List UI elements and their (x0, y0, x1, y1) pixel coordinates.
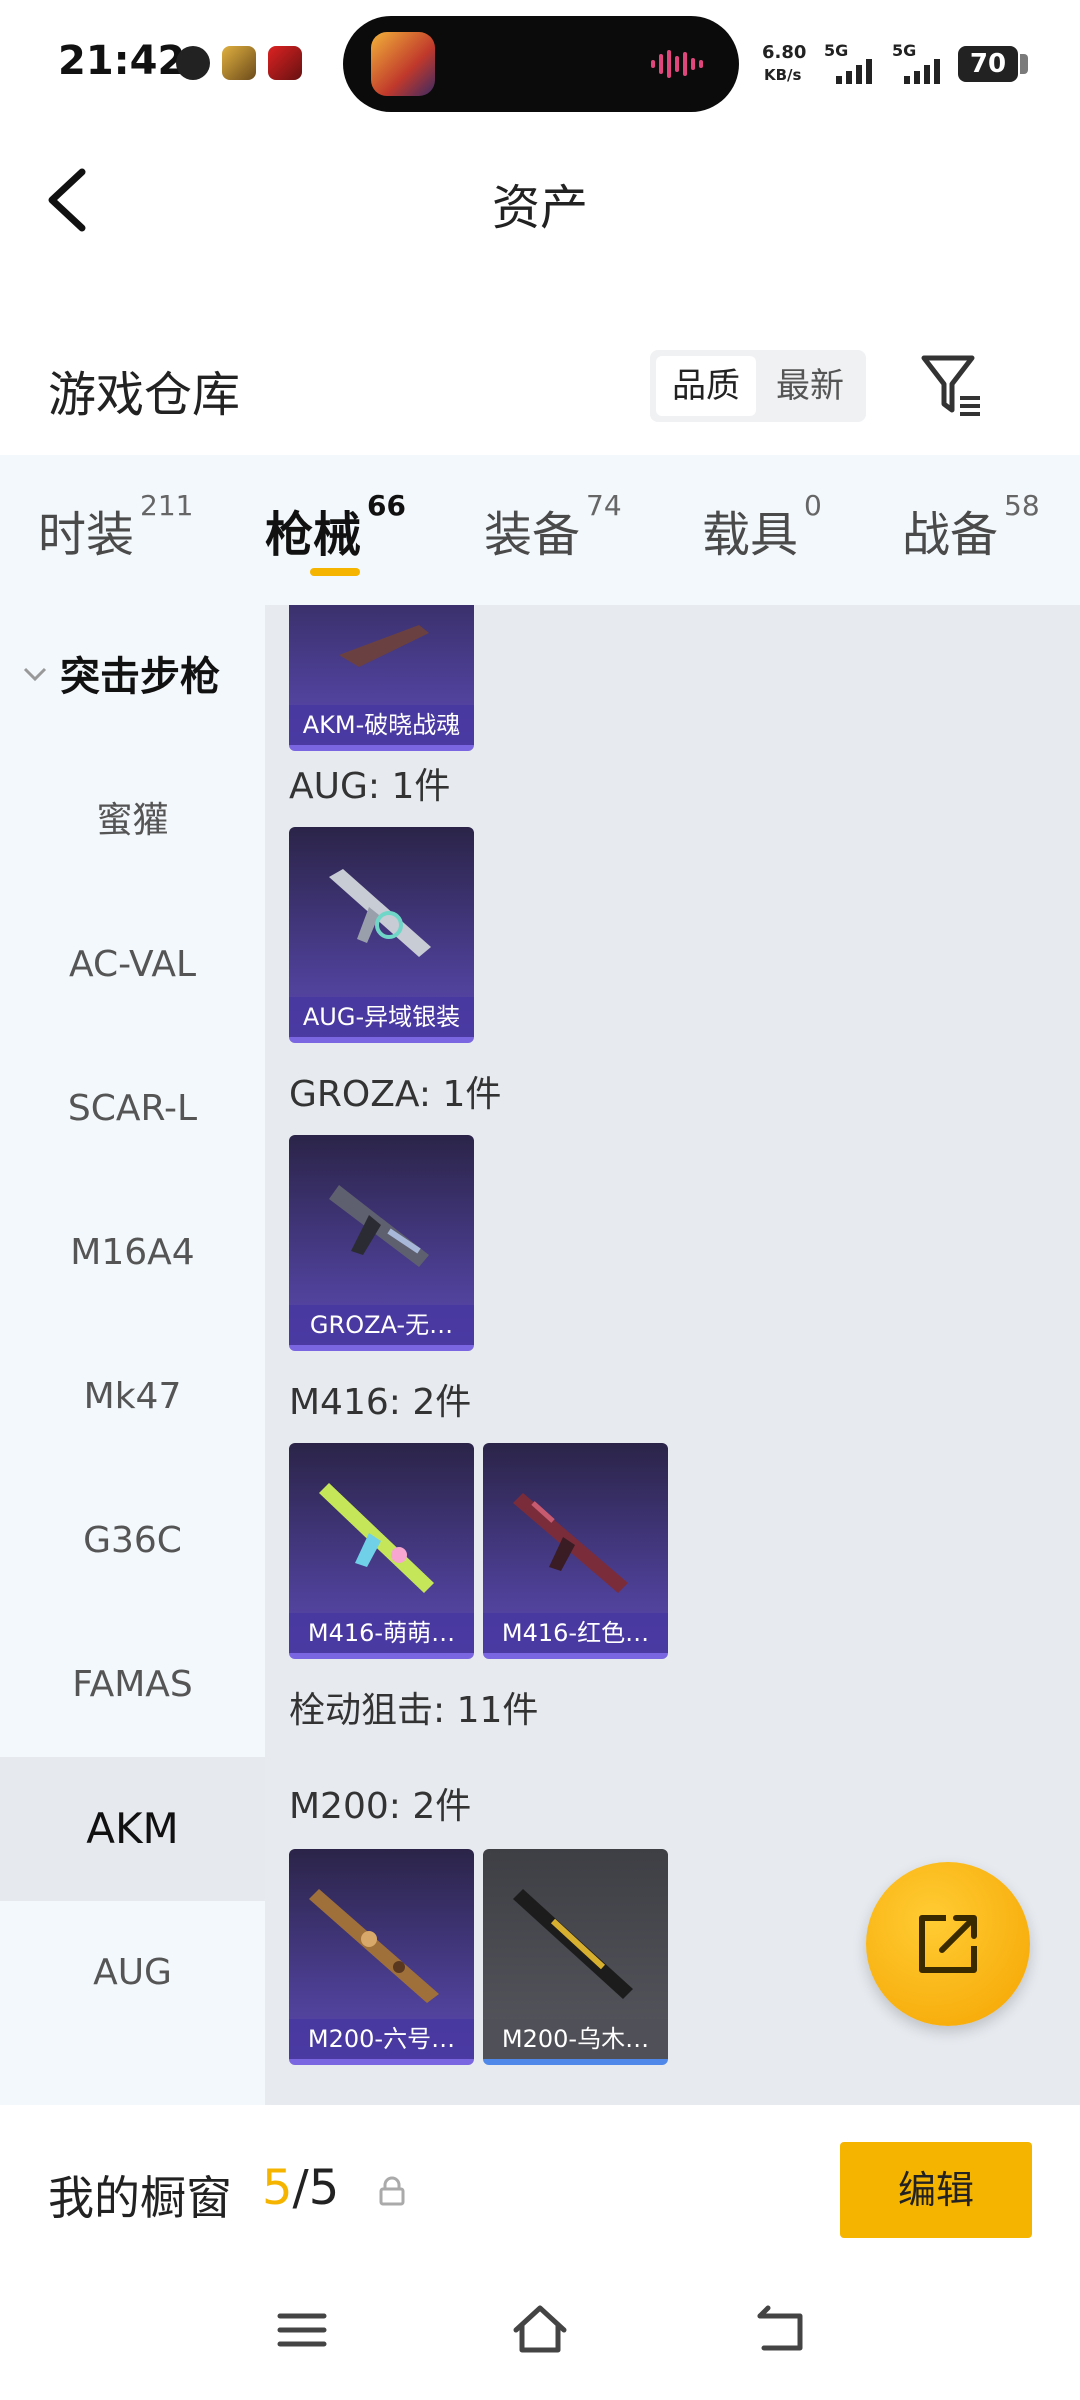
weapon-card-name: M416-萌萌… (289, 1613, 474, 1653)
chevron-down-icon (23, 667, 47, 682)
weapon-image (513, 1493, 628, 1593)
sidebar-item-famas[interactable]: FAMAS (0, 1613, 265, 1757)
showcase-count: 5/5 (262, 2160, 339, 2216)
sidebar-group-label: 突击步枪 (60, 654, 220, 700)
weapon-card[interactable]: M200-乌木… (483, 1849, 668, 2065)
return-icon[interactable] (752, 2300, 812, 2360)
share-icon (919, 1915, 977, 1973)
share-button[interactable] (866, 1862, 1030, 2026)
network-unit: KB/s (764, 66, 802, 84)
filter-icon[interactable] (920, 352, 984, 420)
tab-equipment[interactable]: 装备74 (484, 489, 622, 565)
weapon-image (309, 1889, 439, 2003)
network-speed: 6.80 (762, 42, 807, 63)
group-label-groza: GROZA: 1件 (289, 1074, 502, 1115)
sidebar-item-g36c[interactable]: G36C (0, 1469, 265, 1613)
tab-count: 58 (1004, 489, 1040, 522)
sidebar-item-akm[interactable]: AKM (0, 1757, 265, 1901)
weapon-card[interactable]: M416-红色… (483, 1443, 668, 1659)
home-icon[interactable] (510, 2300, 570, 2360)
sort-latest-button[interactable]: 最新 (760, 356, 860, 416)
signal-icon-2 (904, 59, 940, 84)
tab-label: 载具 (702, 507, 799, 563)
sidebar-item-scar-l[interactable]: SCAR-L (0, 1037, 265, 1181)
weapon-card-name: AKM-破晓战魂 (289, 705, 474, 745)
signal-icon (836, 59, 872, 84)
weapon-card-name: M416-红色… (483, 1613, 668, 1653)
tab-label: 战备 (902, 507, 999, 563)
sidebar-item-m16a4[interactable]: M16A4 (0, 1181, 265, 1325)
showcase-label: 我的橱窗 (48, 2171, 232, 2225)
menu-icon[interactable] (272, 2300, 332, 2360)
weapon-card[interactable]: M416-萌萌… (289, 1443, 474, 1659)
tab-firearms[interactable]: 枪械66 (265, 489, 406, 565)
tab-count: 66 (367, 489, 406, 522)
sidebar-item-ac-val[interactable]: AC-VAL (0, 893, 265, 1037)
audio-wave-icon (651, 50, 703, 78)
showcase-current: 5 (262, 2160, 293, 2216)
group-label-aug: AUG: 1件 (289, 766, 451, 807)
group-label-m200: M200: 2件 (289, 1786, 472, 1827)
weapon-card-name: GROZA-无… (289, 1305, 474, 1345)
tab-label: 枪械 (265, 507, 362, 563)
notification-icon-globe (176, 46, 210, 80)
page-title: 资产 (491, 180, 588, 236)
status-time: 21:42 (58, 38, 186, 84)
media-thumbnail (371, 32, 435, 96)
weapon-card[interactable]: M200-六号… (289, 1849, 474, 2065)
tab-count: 74 (586, 489, 622, 522)
tab-supplies[interactable]: 战备58 (902, 489, 1040, 565)
battery-cap (1020, 54, 1028, 74)
notification-icon-game (222, 46, 256, 80)
sidebar-item-aug[interactable]: AUG (0, 1901, 265, 2045)
showcase-total: /5 (292, 2160, 340, 2216)
battery-indicator: 70 (958, 46, 1018, 82)
lock-icon (379, 2176, 405, 2206)
weapon-card[interactable]: AUG-异域银装 (289, 827, 474, 1043)
sidebar-item-mk47[interactable]: Mk47 (0, 1325, 265, 1469)
tab-label: 装备 (484, 507, 581, 563)
weapon-image (329, 1185, 429, 1267)
tab-count: 211 (140, 489, 194, 522)
weapon-card[interactable]: GROZA-无… (289, 1135, 474, 1351)
group-label-bolt-action: 栓动狙击: 11件 (289, 1690, 539, 1731)
sidebar-group-assault-rifles[interactable]: 突击步枪 (0, 605, 265, 749)
notification-icon-app (268, 46, 302, 80)
tab-label: 时装 (38, 507, 135, 563)
tab-vehicles[interactable]: 载具0 (702, 489, 822, 565)
weapon-card-name: M200-六号… (289, 2019, 474, 2059)
weapon-card[interactable]: AKM-破晓战魂 (289, 605, 474, 751)
weapon-image (513, 1889, 633, 1999)
weapon-image (329, 869, 431, 957)
weapon-card-name: M200-乌木… (483, 2019, 668, 2059)
category-tabs: 时装211 枪械66 装备74 载具0 战备58 (0, 455, 1080, 605)
edit-button[interactable]: 编辑 (840, 2142, 1032, 2238)
weapon-image (319, 1483, 434, 1593)
sidebar-item-honey-badger[interactable]: 蜜獾 (0, 749, 265, 893)
group-label-m416: M416: 2件 (289, 1382, 472, 1423)
weapon-category-sidebar: 突击步枪 蜜獾 AC-VAL SCAR-L M16A4 Mk47 G36C FA… (0, 605, 265, 2105)
active-tab-indicator (310, 568, 360, 576)
section-title: 游戏仓库 (48, 367, 241, 423)
tab-fashion[interactable]: 时装211 (38, 489, 193, 565)
weapon-card-name: AUG-异域银装 (289, 997, 474, 1037)
weapon-image (339, 625, 429, 667)
sort-quality-button[interactable]: 品质 (656, 356, 756, 416)
dynamic-island[interactable] (343, 16, 739, 112)
tab-count: 0 (804, 489, 822, 522)
sort-toggle: 品质 最新 (650, 350, 866, 422)
